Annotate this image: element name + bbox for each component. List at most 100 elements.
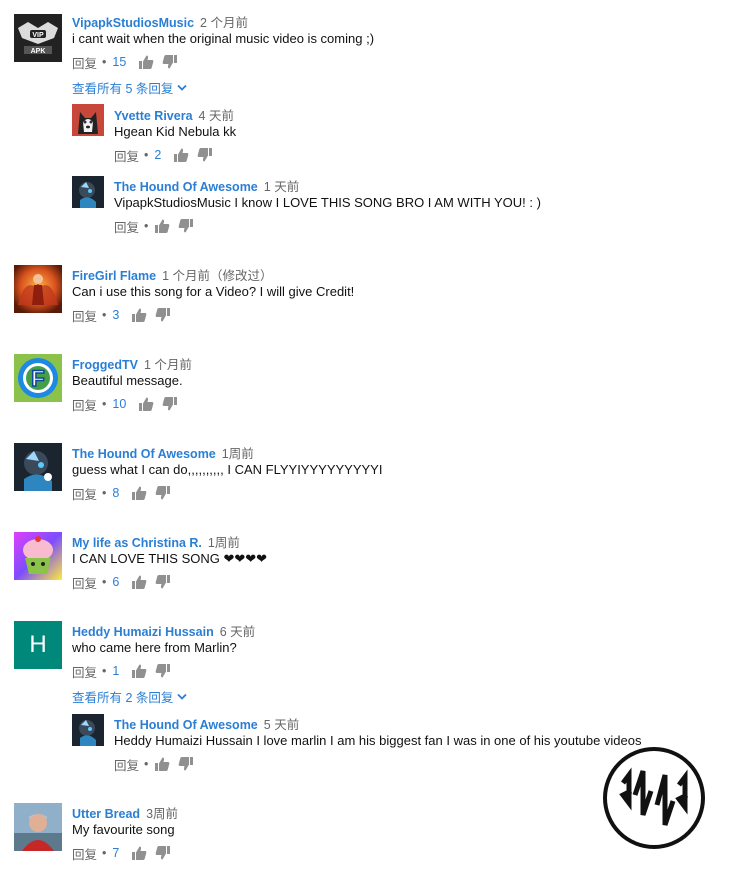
author-name[interactable]: The Hound Of Awesome: [114, 718, 258, 732]
avatar[interactable]: [14, 265, 62, 313]
author-name[interactable]: Utter Bread: [72, 807, 140, 821]
like-count: 6: [112, 575, 120, 589]
thumb-up-icon[interactable]: [173, 147, 189, 163]
view-replies-link[interactable]: 查看所有 2 条回复: [72, 687, 188, 706]
comment-time: 2 个月前: [200, 16, 248, 30]
thumb-up-icon[interactable]: [131, 485, 147, 501]
comment-actions: 回复 •: [114, 217, 202, 236]
author-name[interactable]: My life as Christina R.: [72, 536, 202, 550]
reply-button[interactable]: 回复: [72, 844, 97, 863]
thumb-down-icon[interactable]: [155, 485, 171, 501]
reply-button[interactable]: 回复: [72, 395, 97, 414]
comment-time: 1 个月前: [143, 358, 192, 372]
avatar[interactable]: [72, 176, 104, 208]
thumb-down-icon[interactable]: [155, 845, 171, 861]
comment-time: 6 天前: [219, 625, 256, 639]
comment-time: 1周前: [207, 536, 240, 550]
reply-button[interactable]: 回复: [114, 146, 139, 165]
like-count: 2: [154, 148, 162, 162]
author-name[interactable]: The Hound Of Awesome: [114, 180, 258, 194]
comment-header: The Hound Of Awesome 5 天前: [114, 714, 299, 733]
author-name[interactable]: The Hound Of Awesome: [72, 447, 216, 461]
reply-button[interactable]: 回复: [72, 53, 97, 72]
thumb-up-icon[interactable]: [131, 663, 147, 679]
comment-header: The Hound Of Awesome 1周前: [72, 443, 254, 462]
author-name[interactable]: VipapkStudiosMusic: [72, 16, 194, 30]
comment-header: My life as Christina R. 1周前: [72, 532, 240, 551]
comment-time: 5 天前: [263, 718, 300, 732]
avatar[interactable]: [14, 443, 62, 491]
comment-header: The Hound Of Awesome 1 天前: [114, 176, 299, 195]
fire-girl-avatar-icon: [14, 265, 62, 313]
comment-header: Utter Bread 3周前: [72, 803, 178, 822]
author-name[interactable]: FroggedTV: [72, 358, 138, 372]
view-replies-link[interactable]: 查看所有 5 条回复: [72, 78, 188, 97]
reply-button[interactable]: 回复: [72, 484, 97, 503]
comment-text: I CAN LOVE THIS SONG ❤❤❤❤: [72, 551, 268, 566]
separator-dot: •: [102, 397, 107, 411]
hound-avatar-icon: [14, 443, 62, 491]
view-replies-label: 查看所有 2 条回复: [72, 691, 174, 705]
thumb-up-icon[interactable]: [131, 574, 147, 590]
comment-actions: 回复 • 15: [72, 53, 186, 72]
thumb-up-icon[interactable]: [154, 756, 170, 772]
comment-actions: 回复 •: [114, 755, 202, 774]
separator-dot: •: [144, 757, 149, 771]
comment-text: Can i use this song for a Video? I will …: [72, 284, 355, 299]
thumb-down-icon[interactable]: [197, 147, 213, 163]
thumb-up-icon[interactable]: [138, 54, 154, 70]
thumb-up-icon[interactable]: [138, 396, 154, 412]
chevron-down-icon: [177, 693, 188, 700]
separator-dot: •: [144, 219, 149, 233]
reply-button[interactable]: 回复: [72, 306, 97, 325]
comment-text: Beautiful message.: [72, 373, 183, 388]
avatar[interactable]: H: [14, 621, 62, 669]
comment-actions: 回复 • 1: [72, 662, 179, 681]
avatar[interactable]: [72, 714, 104, 746]
thumb-down-icon[interactable]: [178, 218, 194, 234]
like-count: 3: [112, 308, 120, 322]
reply-button[interactable]: 回复: [72, 662, 97, 681]
svg-text:VIP: VIP: [32, 32, 44, 39]
reply-button[interactable]: 回复: [114, 755, 139, 774]
avatar[interactable]: [14, 532, 62, 580]
reply-button[interactable]: 回复: [72, 573, 97, 592]
author-name[interactable]: FireGirl Flame: [72, 269, 156, 283]
thumb-down-icon[interactable]: [155, 663, 171, 679]
thumb-up-icon[interactable]: [131, 845, 147, 861]
view-replies-label: 查看所有 5 条回复: [72, 82, 174, 96]
separator-dot: •: [102, 486, 107, 500]
author-name[interactable]: Yvette Rivera: [114, 109, 193, 123]
comment-header: FireGirl Flame 1 个月前（修改过）: [72, 265, 273, 284]
like-count: 1: [112, 664, 120, 678]
avatar[interactable]: [14, 803, 62, 851]
comment-text: VipapkStudiosMusic I know I LOVE THIS SO…: [114, 195, 541, 210]
thumb-down-icon[interactable]: [178, 756, 194, 772]
thumb-down-icon[interactable]: [162, 54, 178, 70]
comment-text: i cant wait when the original music vide…: [72, 31, 375, 46]
man-photo-icon: [14, 803, 62, 851]
hound-avatar-icon: [72, 714, 104, 746]
comment-actions: 回复 • 3: [72, 306, 179, 325]
comment-header: Heddy Humaizi Hussain 6 天前: [72, 621, 255, 640]
comment-header: Yvette Rivera 4 天前: [114, 105, 234, 124]
avatar[interactable]: [72, 104, 104, 136]
avatar[interactable]: F: [14, 354, 62, 402]
reply-button[interactable]: 回复: [114, 217, 139, 236]
watermark-logo-icon: [601, 745, 707, 851]
comment-actions: 回复 • 7: [72, 844, 179, 863]
author-name[interactable]: Heddy Humaizi Hussain: [72, 625, 214, 639]
comment-text: My favourite song: [72, 822, 175, 837]
comment-time: 4 天前: [198, 109, 234, 123]
comment-actions: 回复 • 8: [72, 484, 179, 503]
like-count: 8: [112, 486, 120, 500]
comment-text: who came here from Marlin?: [72, 640, 237, 655]
thumb-down-icon[interactable]: [155, 307, 171, 323]
avatar[interactable]: VIP APK: [14, 14, 62, 62]
thumb-down-icon[interactable]: [162, 396, 178, 412]
thumb-up-icon[interactable]: [154, 218, 170, 234]
separator-dot: •: [102, 846, 107, 860]
thumb-down-icon[interactable]: [155, 574, 171, 590]
thumb-up-icon[interactable]: [131, 307, 147, 323]
comment-actions: 回复 • 6: [72, 573, 179, 592]
